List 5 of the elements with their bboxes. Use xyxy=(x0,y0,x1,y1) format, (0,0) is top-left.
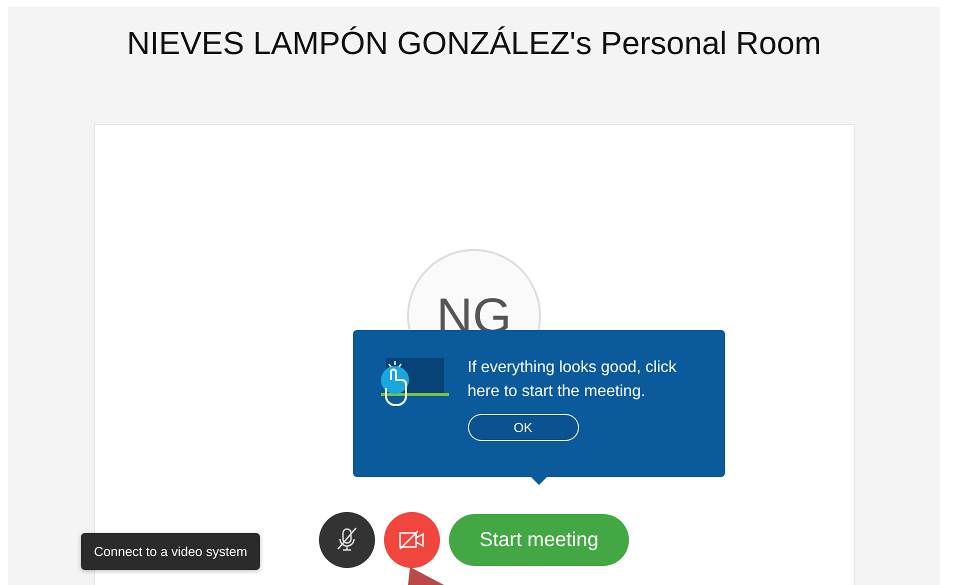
tooltip: Connect to a video system xyxy=(81,533,260,570)
microphone-icon xyxy=(334,527,359,553)
page-title: NIEVES LAMPÓN GONZÁLEZ's Personal Room xyxy=(126,25,822,62)
video-camera-icon xyxy=(398,530,425,550)
ok-button[interactable]: OK xyxy=(468,414,578,441)
